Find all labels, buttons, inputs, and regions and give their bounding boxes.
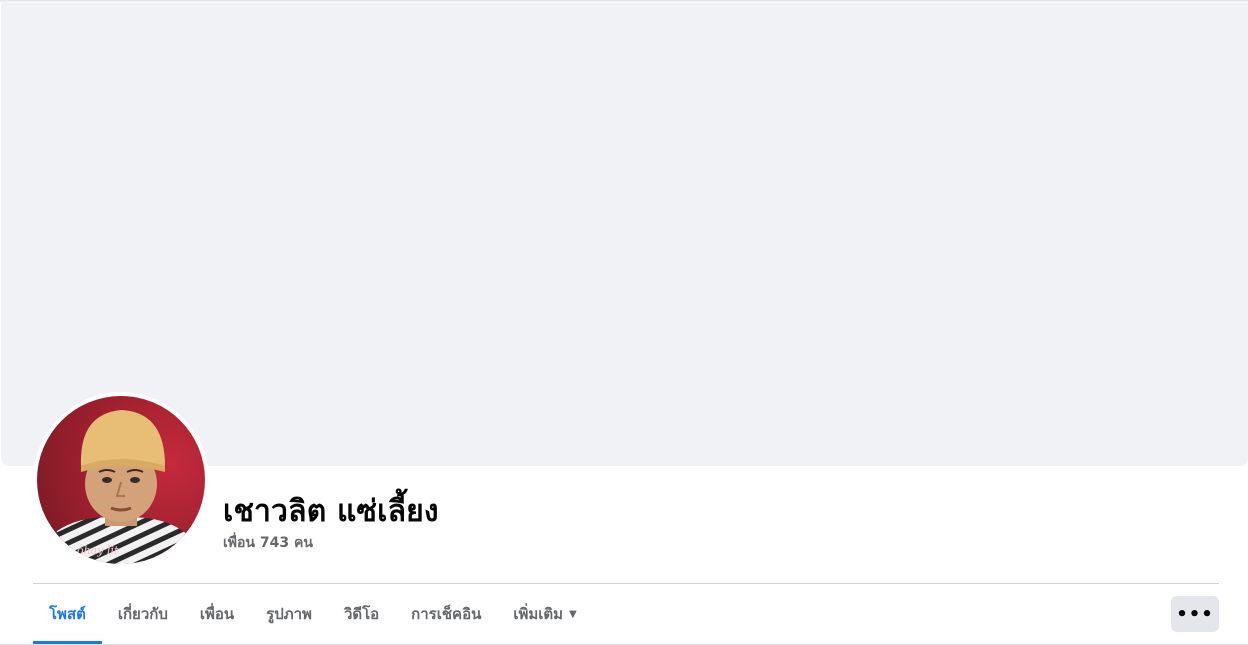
tab-label: การเช็คอิน: [411, 605, 482, 623]
ellipsis-icon: •••: [1176, 603, 1214, 625]
profile-name: เชาวลิต แซ่เลี้ยง: [223, 494, 439, 529]
friends-count[interactable]: เพื่อน 743 คน: [223, 532, 313, 554]
avatar-photo: ohay lit: [37, 396, 205, 564]
profile-tabs: โพสต์ เกี่ยวกับ เพื่อน รูปภาพ วิดีโอ การ…: [33, 584, 593, 644]
tab-label: เพิ่มเติม: [513, 605, 564, 623]
tab-label: เกี่ยวกับ: [117, 605, 168, 623]
tab-label: เพื่อน: [199, 605, 235, 623]
tab-checkins[interactable]: การเช็คอิน: [395, 584, 497, 644]
tab-posts[interactable]: โพสต์: [33, 584, 102, 644]
cover-photo[interactable]: [1, 3, 1248, 466]
tab-label: รูปภาพ: [266, 605, 312, 623]
profile-avatar[interactable]: ohay lit: [33, 392, 209, 568]
more-options-button[interactable]: •••: [1171, 596, 1219, 632]
tab-label: โพสต์: [49, 605, 86, 623]
tab-photos[interactable]: รูปภาพ: [250, 584, 328, 644]
tab-about[interactable]: เกี่ยวกับ: [102, 584, 184, 644]
person-portrait-icon: ohay lit: [47, 410, 197, 564]
tab-label: วิดีโอ: [343, 605, 380, 623]
tab-friends[interactable]: เพื่อน: [184, 584, 250, 644]
photo-watermark-text: ohay lit: [77, 544, 119, 557]
caret-down-icon: ▼: [569, 608, 577, 620]
tab-videos[interactable]: วิดีโอ: [328, 584, 395, 644]
tab-more[interactable]: เพิ่มเติม ▼: [497, 584, 592, 644]
